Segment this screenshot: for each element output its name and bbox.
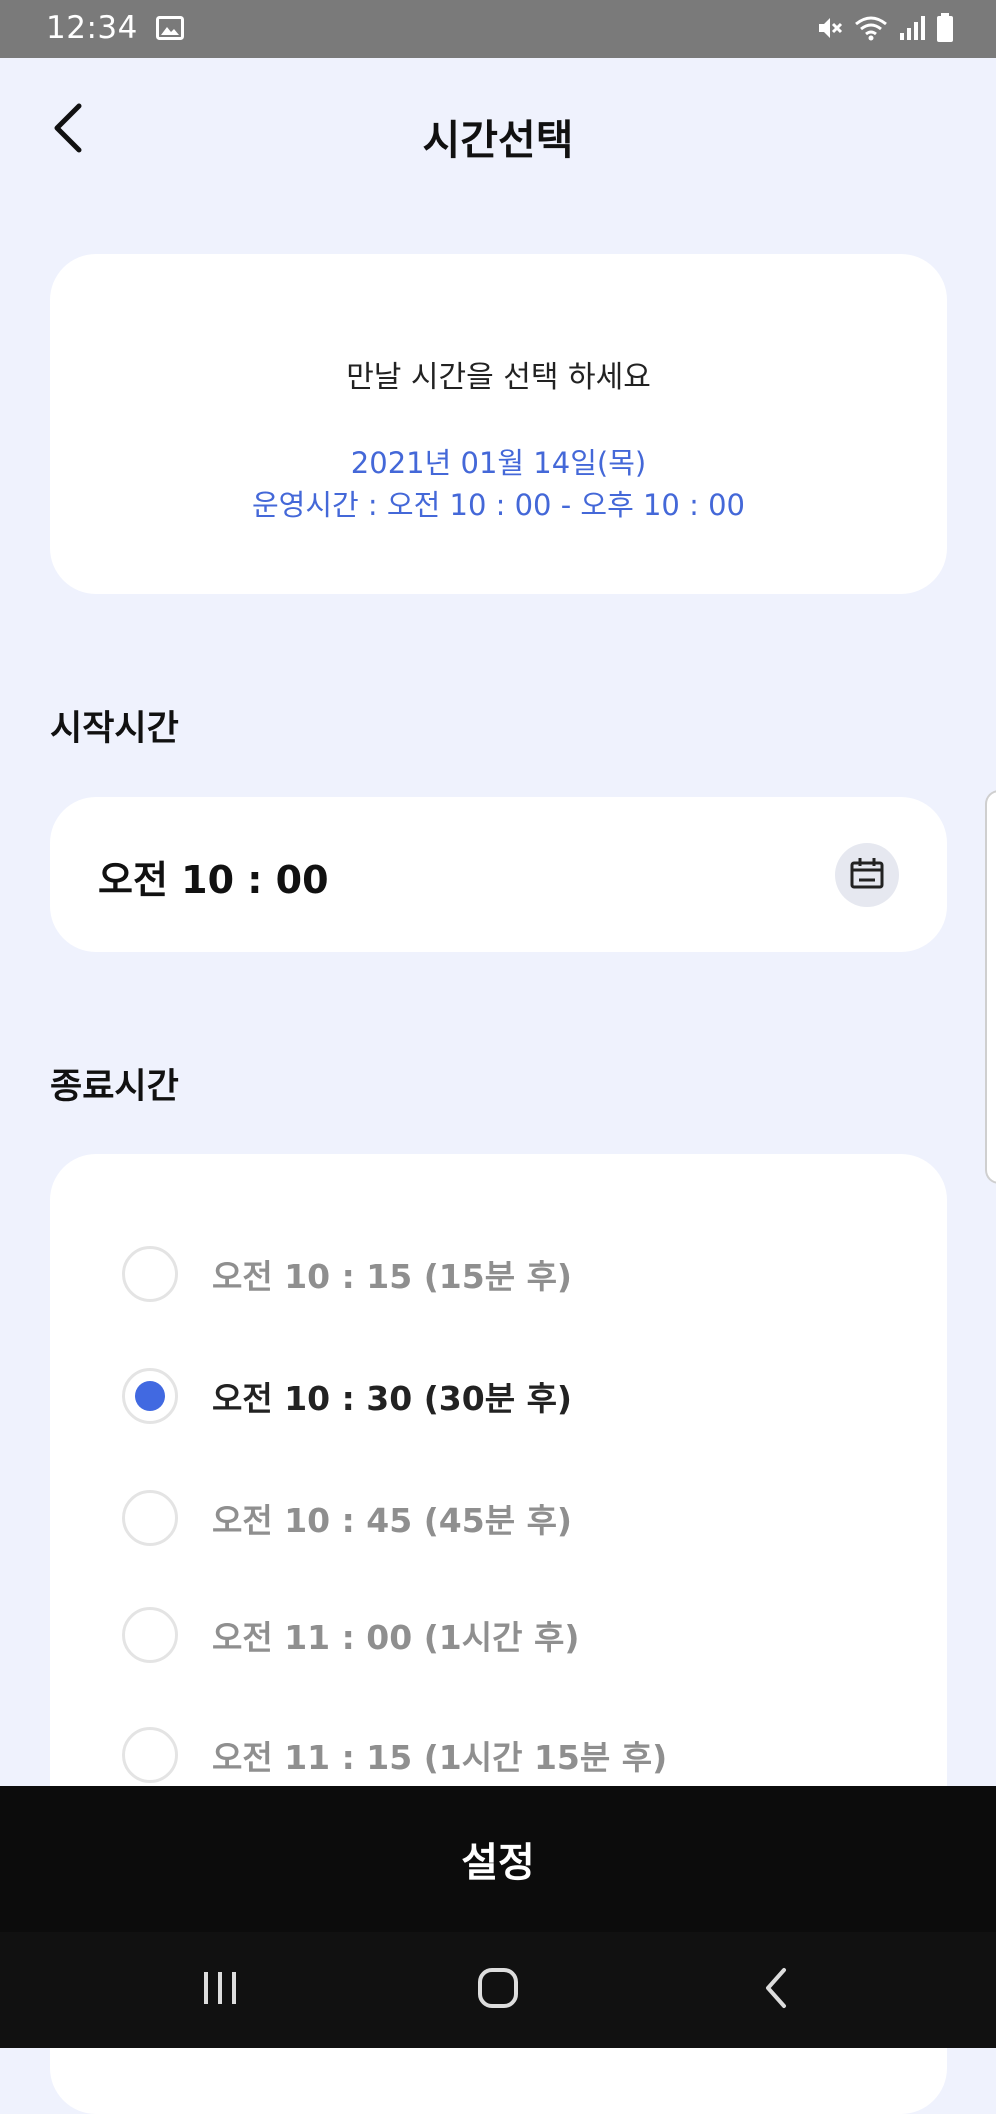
- signal-icon: [898, 15, 926, 45]
- scrollbar-handle[interactable]: [985, 790, 996, 1184]
- radio-selected-dot: [135, 1381, 165, 1411]
- end-time-option-label: 오전 10 : 45 (45분 후): [212, 1501, 573, 1540]
- end-time-option-label: 오전 10 : 15 (15분 후): [212, 1257, 573, 1296]
- navigation-bar: [0, 1932, 996, 2048]
- recent-apps-icon: [200, 1970, 240, 2010]
- set-button[interactable]: 설정: [0, 1786, 996, 1932]
- status-icons: [816, 13, 954, 47]
- status-bar: 12:34: [0, 0, 996, 58]
- home-button[interactable]: [458, 1932, 538, 2048]
- end-time-option[interactable]: 오전 10 : 15 (15분 후): [122, 1243, 572, 1305]
- page-title: 시간선택: [422, 116, 574, 164]
- start-time-field[interactable]: 오전 10 : 00: [50, 797, 947, 952]
- radio-button[interactable]: [122, 1607, 178, 1663]
- mute-icon: [816, 14, 844, 46]
- battery-icon: [936, 13, 954, 47]
- info-date: 2021년 01월 14일(목): [350, 446, 647, 480]
- end-time-option-label: 오전 11 : 15 (1시간 15분 후): [212, 1738, 668, 1777]
- calendar-button[interactable]: [835, 843, 899, 907]
- operating-hours: 운영시간 : 오전 10 : 00 - 오후 10 : 00: [251, 488, 745, 522]
- end-time-label: 종료시간: [50, 1067, 179, 1107]
- radio-button-selected[interactable]: [122, 1368, 178, 1424]
- wifi-icon: [854, 14, 888, 46]
- end-time-option[interactable]: 오전 11 : 15 (1시간 15분 후): [122, 1724, 667, 1786]
- end-time-option[interactable]: 오전 11 : 00 (1시간 후): [122, 1604, 579, 1666]
- recent-apps-button[interactable]: [180, 1932, 260, 2048]
- end-time-option-label: 오전 10 : 30 (30분 후): [212, 1379, 573, 1418]
- end-time-option[interactable]: 오전 10 : 45 (45분 후): [122, 1487, 572, 1549]
- home-icon: [476, 1966, 520, 2014]
- calendar-icon: [850, 857, 884, 893]
- radio-button[interactable]: [122, 1490, 178, 1546]
- end-time-option-selected[interactable]: 오전 10 : 30 (30분 후): [122, 1365, 572, 1427]
- radio-button[interactable]: [122, 1246, 178, 1302]
- end-time-option-label: 오전 11 : 00 (1시간 후): [212, 1618, 580, 1657]
- nav-back-icon: [762, 1966, 790, 2014]
- info-card: 만날 시간을 선택 하세요 2021년 01월 14일(목) 운영시간 : 오전…: [50, 254, 947, 594]
- nav-back-button[interactable]: [736, 1932, 816, 2048]
- radio-button[interactable]: [122, 1727, 178, 1783]
- start-time-value: 오전 10 : 00: [98, 858, 329, 902]
- status-time: 12:34: [46, 10, 138, 46]
- info-headline: 만날 시간을 선택 하세요: [346, 360, 651, 395]
- gallery-icon: [156, 16, 184, 44]
- start-time-label: 시작시간: [50, 709, 179, 749]
